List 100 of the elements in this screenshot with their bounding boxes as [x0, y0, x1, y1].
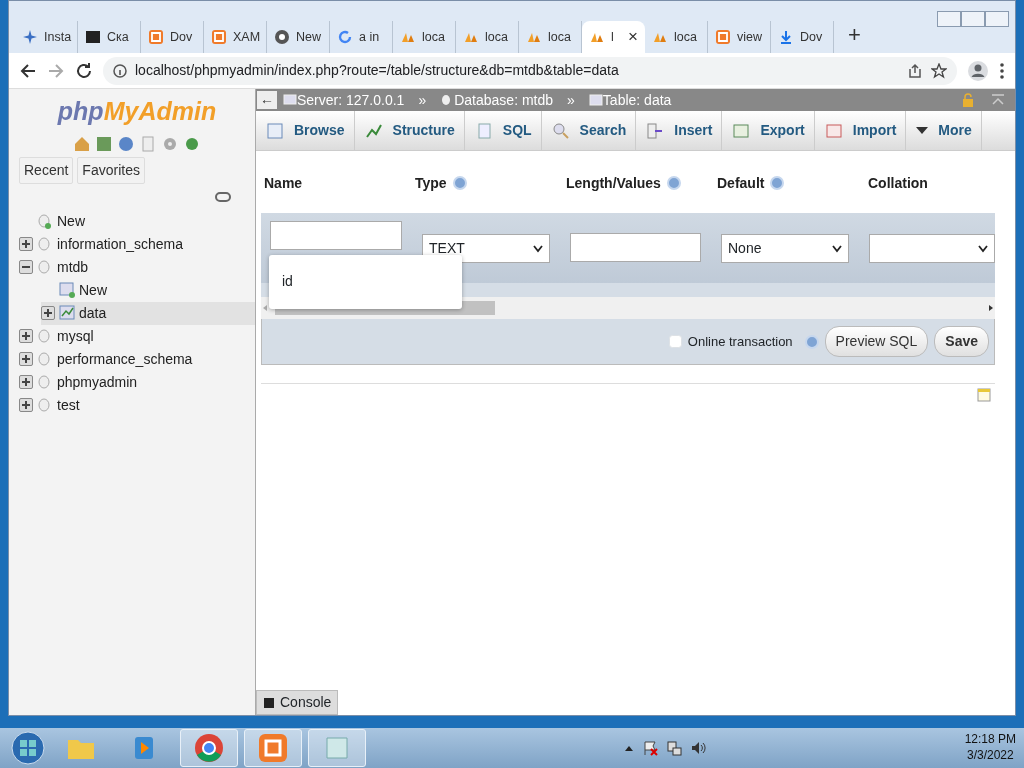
search-icon: [551, 121, 570, 140]
sparkle-icon: [22, 29, 38, 45]
menu-tab[interactable]: More: [906, 111, 982, 150]
default-select[interactable]: None: [721, 234, 849, 263]
preview-button[interactable]: Preview SQL: [824, 326, 929, 357]
download-icon: [778, 29, 794, 45]
database-icon: [37, 397, 53, 413]
tray-arrow-icon: [624, 744, 635, 752]
minimize-button[interactable]: [937, 11, 961, 27]
time-text: 12:18 PM: [964, 732, 1016, 748]
name-field[interactable]: [270, 221, 402, 250]
export-icon: [732, 121, 751, 140]
panel-button[interactable]: Favorites: [77, 156, 145, 184]
table-icon: [59, 305, 75, 321]
menu-tab[interactable]: Structure: [354, 111, 465, 150]
forward-icon: [47, 61, 65, 80]
console-icon: [263, 696, 275, 709]
caret-icon: [533, 244, 543, 253]
xampp-icon: [715, 29, 731, 45]
save-button[interactable]: Save: [934, 326, 989, 357]
breadcrumb-link[interactable]: Table: data: [588, 89, 672, 111]
star-icon: [931, 62, 947, 79]
tree-item[interactable]: data: [41, 301, 255, 325]
autocomplete-option[interactable]: id: [282, 271, 449, 292]
breadcrumb-separator: »: [567, 90, 575, 110]
xampp-icon: [211, 29, 227, 45]
tree-item[interactable]: mtdb: [19, 255, 255, 279]
console-tab[interactable]: Console: [256, 690, 339, 715]
menu-tab[interactable]: Export: [722, 111, 815, 150]
help-icon[interactable]: [804, 334, 819, 349]
caret-icon: [978, 244, 988, 253]
link-icon: [215, 191, 231, 202]
collapse-button[interactable]: ←: [257, 91, 277, 109]
panel-button[interactable]: Recent: [19, 156, 74, 184]
expand-icon[interactable]: [19, 375, 33, 389]
expand-icon[interactable]: [19, 398, 33, 412]
menu-tab[interactable]: Search: [541, 111, 637, 150]
network-icon: [666, 740, 683, 756]
expand-icon[interactable]: [19, 237, 33, 251]
collapse-icon[interactable]: [19, 260, 33, 274]
tree-item[interactable]: New: [19, 209, 255, 233]
tree-item[interactable]: information_schema: [19, 232, 255, 256]
database-icon: [37, 328, 53, 344]
info-icon: [113, 63, 127, 78]
breadcrumb-link[interactable]: Database: mtdb: [440, 89, 554, 111]
browse-icon: [266, 121, 284, 140]
help-icon[interactable]: [666, 176, 681, 190]
tree-item[interactable]: phpmyadmin: [19, 370, 255, 394]
help-icon[interactable]: [117, 134, 135, 153]
menu-tab[interactable]: Insert: [636, 111, 723, 150]
flag-icon: [642, 740, 659, 756]
column-header: Collation: [868, 175, 928, 191]
expand-icon[interactable]: [41, 306, 55, 320]
lock-icon: [961, 93, 975, 107]
browser-tab[interactable]: l ×: [582, 21, 645, 53]
breadcrumb-link[interactable]: Server: 127.0.0.1: [283, 89, 405, 111]
menu-tab[interactable]: Browse: [256, 111, 355, 150]
chrome-icon: [193, 732, 225, 764]
tree-item[interactable]: mysql: [19, 324, 255, 348]
home-icon[interactable]: [73, 134, 91, 153]
date-text: 3/3/2022: [965, 748, 1015, 764]
expand-icon[interactable]: [19, 352, 33, 366]
column-header: Type: [415, 175, 447, 191]
tree-item[interactable]: New: [41, 278, 255, 302]
profile-icon: [967, 59, 989, 82]
taskbar-app[interactable]: [180, 729, 238, 767]
help-icon[interactable]: [770, 176, 785, 190]
new-tab-button[interactable]: +: [834, 17, 875, 53]
breadcrumb-separator: »: [418, 90, 427, 110]
checkbox[interactable]: [668, 335, 682, 348]
column-header: Default: [717, 175, 765, 191]
expand-icon[interactable]: [19, 329, 33, 343]
menu-tab[interactable]: SQL: [464, 111, 542, 150]
address-bar[interactable]: localhost/phpmyadmin/index.php?route=/table/structure&db=mtdb&table=data: [103, 56, 957, 85]
database-icon: [37, 351, 53, 367]
table-add-icon: [59, 282, 75, 298]
collation-select[interactable]: [868, 234, 995, 263]
xampp-icon: [257, 732, 289, 764]
chrome-icon: [274, 29, 290, 45]
close-tab-button[interactable]: ×: [628, 24, 638, 50]
maximize-button[interactable]: [961, 11, 985, 27]
document-icon[interactable]: [139, 134, 157, 153]
caret-icon: [916, 126, 929, 135]
close-button[interactable]: [985, 11, 1009, 27]
terminal-icon: [85, 29, 101, 45]
insert-icon: [646, 121, 665, 140]
menu-tab[interactable]: Import: [814, 111, 907, 150]
tree-item[interactable]: test: [19, 393, 255, 417]
length-field[interactable]: [570, 233, 701, 262]
type-select[interactable]: TEXT: [422, 234, 550, 263]
caret-icon: [831, 244, 842, 253]
database-icon: [37, 259, 53, 275]
start-icon: [10, 730, 46, 766]
tree-item[interactable]: performance_schema: [19, 347, 255, 371]
menu-icon: [999, 61, 1005, 80]
share-icon: [907, 62, 923, 79]
column-header: Name: [264, 175, 303, 191]
taskbar-app[interactable]: [308, 729, 366, 767]
taskbar-app[interactable]: [244, 729, 302, 767]
help-icon[interactable]: [452, 176, 467, 190]
